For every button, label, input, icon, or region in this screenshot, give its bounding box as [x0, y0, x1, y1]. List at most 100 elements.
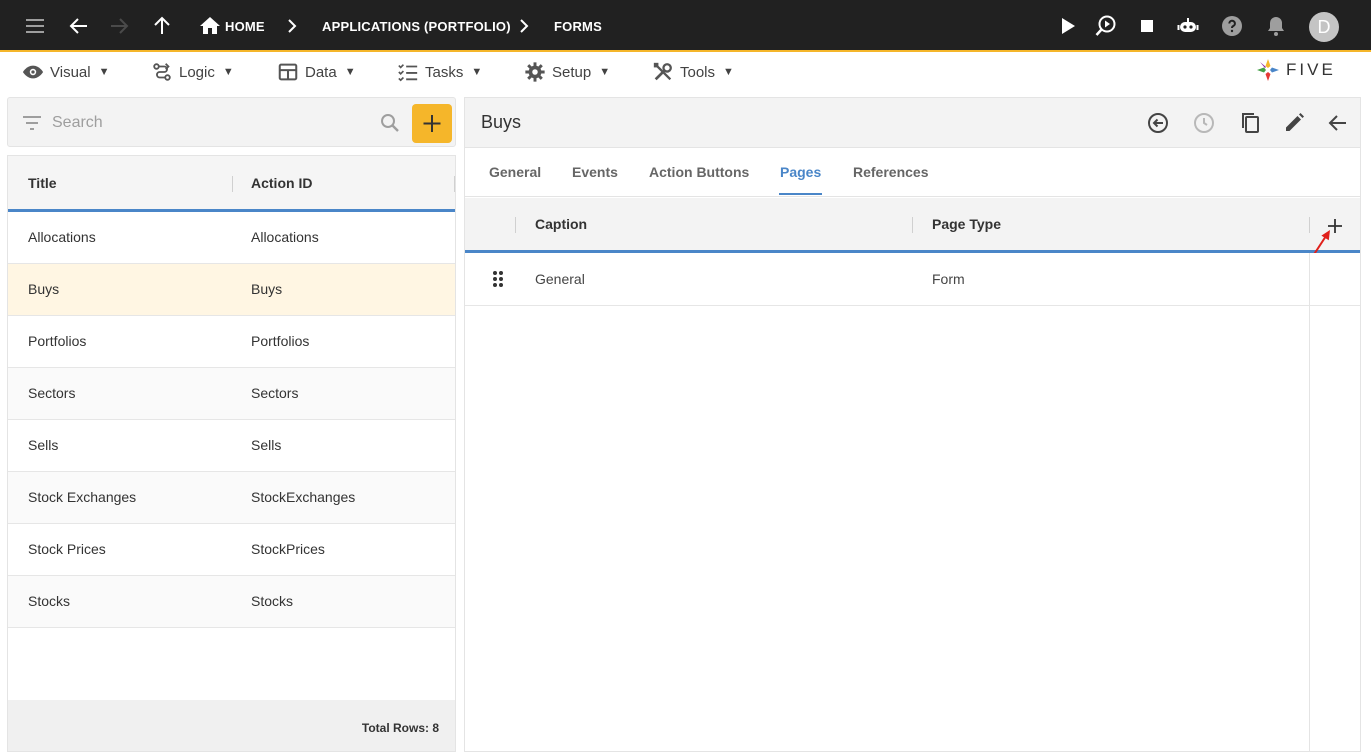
row-title: Sells [28, 437, 59, 453]
chevron-right-icon [284, 17, 300, 35]
form-tabs: General Events Action Buttons Pages Refe… [465, 148, 1360, 197]
row-title: Sectors [28, 385, 76, 401]
five-logo-text: FIVE [1286, 60, 1336, 79]
row-title: Buys [28, 281, 60, 297]
list-row[interactable]: Allocations Allocations [8, 212, 455, 264]
menu-logic-label: Logic [179, 63, 215, 81]
menu-data-label: Data [305, 63, 337, 81]
play-icon[interactable] [1055, 14, 1079, 38]
row-title: Stocks [28, 593, 71, 609]
row-action-id: StockPrices [251, 541, 325, 557]
tools-icon [652, 61, 674, 83]
search-bar [7, 97, 456, 147]
row-title: Stock Exchanges [28, 489, 137, 505]
chat-bot-icon[interactable] [1176, 14, 1200, 38]
gear-icon [524, 61, 546, 83]
caret-down-icon: ▼ [344, 66, 356, 78]
column-divider[interactable] [232, 176, 233, 192]
list-empty-area [8, 628, 455, 700]
search-icon[interactable] [378, 111, 402, 135]
grid-header: Caption Page Type [465, 198, 1360, 260]
column-divider[interactable] [912, 217, 913, 233]
home-icon[interactable] [198, 14, 222, 38]
menu-logic[interactable]: Logic ▼ [151, 60, 234, 84]
table-row[interactable]: General Form [465, 253, 1360, 306]
forms-list: Title Action ID Allocations Allocations B… [7, 155, 456, 752]
list-rows: Allocations Allocations Buys Buys Portfoli… [8, 212, 455, 628]
list-row[interactable]: Sells Sells [8, 420, 455, 472]
table-icon [277, 61, 299, 83]
list-row[interactable]: Stock Prices StockPrices [8, 524, 455, 576]
column-divider[interactable] [454, 176, 455, 192]
caret-down-icon: ▼ [98, 66, 110, 78]
caret-down-icon: ▼ [222, 66, 234, 78]
row-title: Portfolios [28, 333, 87, 349]
row-title: Allocations [28, 229, 96, 245]
breadcrumb-applications[interactable]: APPLICATIONS (PORTFOLIO) [322, 19, 511, 34]
tab-references[interactable]: References [853, 164, 929, 180]
drag-handle-icon[interactable] [492, 270, 504, 288]
menu-data[interactable]: Data ▼ [277, 60, 356, 84]
tab-general[interactable]: General [489, 164, 541, 180]
row-action-id: Stocks [251, 593, 294, 609]
menu-visual-label: Visual [50, 63, 91, 81]
five-logo-mark [1257, 59, 1279, 81]
list-row-selected[interactable]: Buys Buys [8, 264, 455, 316]
column-header-caption[interactable]: Caption [535, 216, 587, 232]
menu-tasks[interactable]: Tasks ▼ [397, 60, 482, 84]
row-action-id: StockExchanges [251, 489, 356, 505]
cell-caption: General [535, 271, 585, 287]
list-row[interactable]: Stock Exchanges StockExchanges [8, 472, 455, 524]
menu-setup-label: Setup [552, 63, 592, 81]
history-back-icon[interactable] [1146, 111, 1170, 135]
back-icon[interactable] [67, 14, 91, 38]
caret-down-icon: ▼ [599, 66, 611, 78]
add-record-button[interactable] [412, 104, 452, 143]
chevron-right-icon [516, 17, 532, 35]
search-input[interactable] [52, 111, 362, 135]
row-action-id: Sectors [251, 385, 299, 401]
tab-action-buttons[interactable]: Action Buttons [649, 164, 749, 180]
bell-icon[interactable] [1264, 14, 1288, 38]
arrow-back-icon[interactable] [1326, 111, 1350, 135]
caret-down-icon: ▼ [471, 66, 483, 78]
menu-tools[interactable]: Tools ▼ [652, 60, 734, 84]
column-header-title[interactable]: Title [28, 175, 57, 191]
row-action-id: Buys [251, 281, 283, 297]
menu-visual[interactable]: Visual ▼ [22, 60, 109, 84]
row-action-id: Portfolios [251, 333, 310, 349]
row-action-id: Sells [251, 437, 282, 453]
column-header-action-id[interactable]: Action ID [251, 175, 312, 191]
logic-icon [151, 61, 173, 83]
edit-icon[interactable] [1282, 111, 1306, 135]
column-divider[interactable] [515, 217, 516, 233]
debug-icon[interactable] [1094, 14, 1118, 38]
menu-setup[interactable]: Setup ▼ [524, 60, 610, 84]
up-icon[interactable] [150, 14, 174, 38]
list-row[interactable]: Portfolios Portfolios [8, 316, 455, 368]
forward-icon[interactable] [107, 14, 131, 38]
filter-icon[interactable] [20, 111, 44, 135]
breadcrumb-forms[interactable]: FORMS [554, 19, 602, 34]
avatar[interactable]: D [1309, 12, 1339, 42]
active-tab-indicator [779, 193, 822, 195]
caret-down-icon: ▼ [723, 66, 734, 78]
menu-icon[interactable] [23, 14, 47, 38]
tab-pages[interactable]: Pages [780, 164, 821, 180]
breadcrumb-home[interactable]: HOME [225, 19, 265, 34]
list-row[interactable]: Stocks Stocks [8, 576, 455, 628]
eye-icon [22, 61, 44, 83]
five-logo: FIVE [1256, 57, 1336, 83]
row-title: Stock Prices [28, 541, 106, 557]
checklist-icon [397, 61, 419, 83]
form-header: Buys [465, 98, 1360, 148]
stop-icon[interactable] [1135, 14, 1159, 38]
tab-events[interactable]: Events [572, 164, 618, 180]
column-header-page-type[interactable]: Page Type [932, 216, 1001, 232]
grid-column-line [1309, 253, 1310, 752]
help-icon[interactable] [1220, 14, 1244, 38]
list-footer: Total Rows: 8 [8, 700, 455, 751]
list-row[interactable]: Sectors Sectors [8, 368, 455, 420]
copy-icon[interactable] [1238, 111, 1262, 135]
clock-icon[interactable] [1192, 111, 1216, 135]
